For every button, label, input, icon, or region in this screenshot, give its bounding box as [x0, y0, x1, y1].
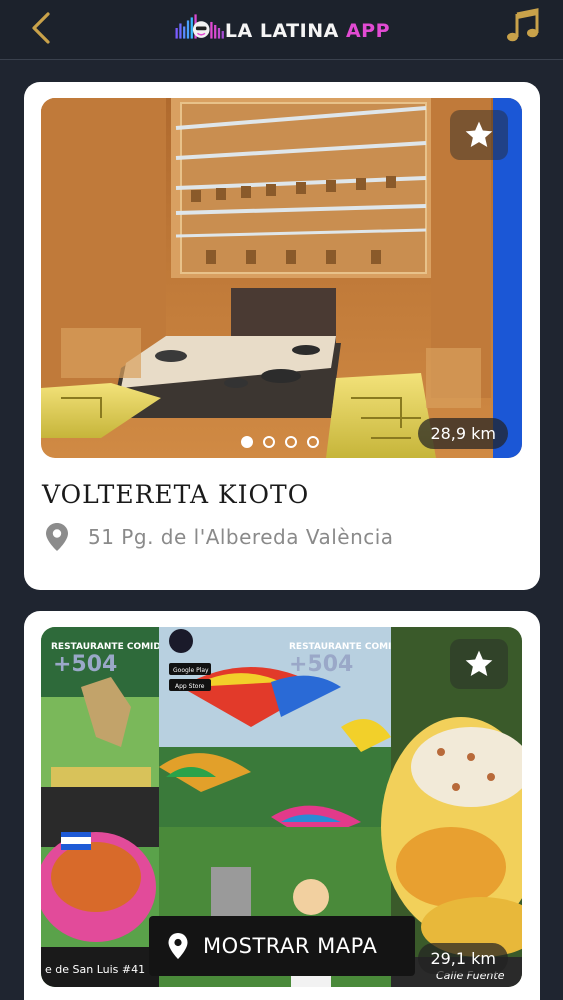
svg-text:+504: +504 [289, 652, 353, 677]
restaurant-photo[interactable]: 28,9 km [41, 98, 522, 458]
app-logo: LA LATINA APP [174, 6, 390, 50]
svg-text:Google Play: Google Play [173, 667, 209, 674]
star-icon [465, 650, 493, 676]
back-button[interactable] [22, 8, 62, 48]
restaurant-address: 51 Pg. de l'Albereda València [44, 522, 394, 552]
chevron-left-icon [32, 12, 50, 44]
star-icon [465, 121, 493, 147]
logo-text-main: LA LATINA [224, 20, 346, 42]
logo-text-accent: APP [345, 20, 390, 42]
location-pin-icon [168, 933, 188, 959]
carousel-dot[interactable] [263, 436, 275, 448]
location-pin-icon [46, 523, 68, 551]
show-map-button[interactable]: MOSTRAR MAPA [149, 916, 415, 976]
svg-text:RESTAURANTE COMIDAS: RESTAURANTE COMIDAS [51, 642, 174, 652]
carousel-dots [241, 435, 319, 449]
favorite-button[interactable] [450, 110, 508, 160]
distance-badge: 28,9 km [418, 418, 508, 449]
svg-text:e de San Luis #41: e de San Luis #41 [45, 963, 145, 976]
app-screen: LA LATINA APP 28,9 km VOLTERETA KIOTO 51… [0, 0, 563, 1000]
restaurant-name[interactable]: VOLTERETA KIOTO [42, 480, 309, 509]
address-text: 51 Pg. de l'Albereda València [88, 525, 394, 549]
restaurant-card[interactable]: 28,9 km VOLTERETA KIOTO 51 Pg. de l'Albe… [24, 82, 540, 590]
svg-text:App Store: App Store [175, 683, 205, 690]
favorite-button[interactable] [450, 639, 508, 689]
show-map-label: MOSTRAR MAPA [203, 934, 378, 958]
logo-text: LA LATINA APP [225, 20, 390, 42]
carousel-dot[interactable] [307, 436, 319, 448]
logo-equalizer-icon [175, 14, 224, 39]
svg-text:+504: +504 [53, 652, 117, 677]
distance-badge: 29,1 km [418, 943, 508, 974]
top-bar: LA LATINA APP [0, 0, 563, 60]
music-button[interactable] [503, 6, 543, 46]
carousel-dot[interactable] [241, 436, 253, 448]
music-note-icon [507, 8, 539, 42]
carousel-dot[interactable] [285, 436, 297, 448]
